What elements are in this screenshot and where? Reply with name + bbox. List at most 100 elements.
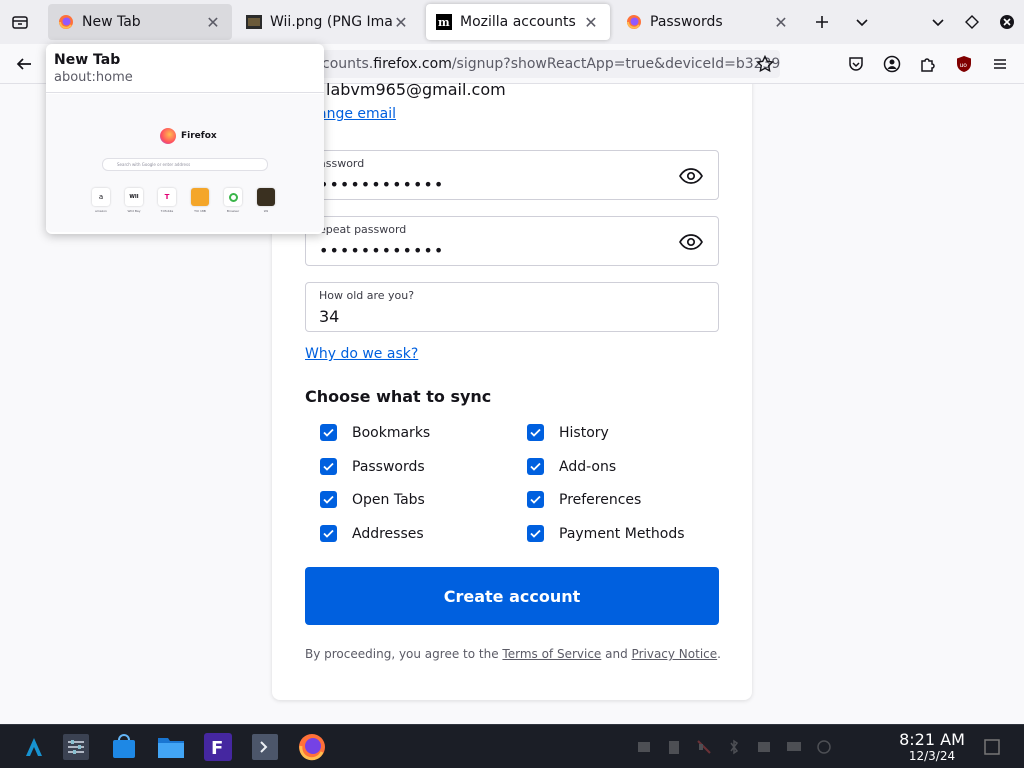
tile-label: T-Mobile xyxy=(160,209,174,213)
legal-suffix: . xyxy=(717,647,721,661)
show-desktop-icon[interactable] xyxy=(976,731,1008,763)
text-editor-icon[interactable]: F xyxy=(202,731,234,763)
checkbox-icon[interactable] xyxy=(320,424,337,441)
maximize-icon[interactable] xyxy=(958,8,986,36)
hamburger-menu-icon[interactable] xyxy=(986,50,1014,78)
tab-new-tab[interactable]: New Tab ✕ xyxy=(48,4,232,40)
clock[interactable]: 8:21 AM 12/3/24 xyxy=(890,731,974,764)
checkbox-icon[interactable] xyxy=(527,491,544,508)
sync-option-payment-methods[interactable]: Payment Methods xyxy=(527,525,685,542)
network-icon[interactable] xyxy=(814,737,834,757)
sync-option-passwords[interactable]: Passwords xyxy=(320,458,425,475)
file-manager-icon[interactable] xyxy=(155,731,187,763)
sync-option-open-tabs[interactable]: Open Tabs xyxy=(320,491,425,508)
close-icon[interactable]: ✕ xyxy=(392,13,410,32)
storage-icon[interactable] xyxy=(754,737,774,757)
sync-option-label: Addresses xyxy=(352,525,424,542)
close-icon[interactable]: ✕ xyxy=(772,13,790,32)
sync-option-history[interactable]: History xyxy=(527,424,609,441)
sync-option-bookmarks[interactable]: Bookmarks xyxy=(320,424,430,441)
firefox-icon xyxy=(58,14,74,30)
preview-url: about:home xyxy=(54,70,133,85)
tile-label: Browser xyxy=(226,209,240,213)
store-icon[interactable] xyxy=(108,731,140,763)
ublock-icon[interactable]: uo xyxy=(950,50,978,78)
tile-glyph: WII xyxy=(125,188,143,206)
tab-wii-png[interactable]: Wii.png (PNG Image, 128 ✕ xyxy=(236,4,420,40)
thumb-search: Search with Google or enter address xyxy=(102,158,268,171)
url-host: firefox.com xyxy=(373,56,452,72)
tab-passwords[interactable]: Passwords ✕ xyxy=(616,4,800,40)
terms-of-service-link[interactable]: Terms of Service xyxy=(502,647,601,661)
tile-label: Wii xyxy=(263,209,269,213)
eye-icon[interactable] xyxy=(678,229,704,255)
repeat-password-field[interactable]: epeat password •••••••••••• xyxy=(305,216,719,266)
taskbar: F 8:21 AM 12/3/24 xyxy=(0,724,1024,768)
sync-option-label: Payment Methods xyxy=(559,525,685,542)
checkbox-icon[interactable] xyxy=(527,424,544,441)
firefox-icon[interactable] xyxy=(296,731,328,763)
legal-prefix: By proceeding, you agree to the xyxy=(305,647,499,661)
settings-sliders-icon[interactable] xyxy=(60,731,92,763)
thumb-tile: T T-Mobile xyxy=(158,188,176,213)
back-icon[interactable] xyxy=(10,50,38,78)
star-icon[interactable] xyxy=(751,50,779,78)
tile-glyph: a xyxy=(92,188,110,206)
age-field[interactable]: How old are you? 34 xyxy=(305,282,719,332)
firefox-logo: Firefox xyxy=(160,128,217,144)
extensions-icon[interactable] xyxy=(914,50,942,78)
tile-glyph: T xyxy=(158,188,176,206)
close-icon[interactable]: ✕ xyxy=(582,13,600,32)
svg-text:m: m xyxy=(438,16,450,29)
divider xyxy=(46,92,324,93)
repeat-password-label: epeat password xyxy=(319,223,407,236)
privacy-notice-link[interactable]: Privacy Notice xyxy=(632,647,718,661)
checkbox-icon[interactable] xyxy=(527,525,544,542)
account-icon[interactable] xyxy=(878,50,906,78)
password-field[interactable]: assword •••••••••••• xyxy=(305,150,719,200)
chevron-down-icon[interactable] xyxy=(924,8,952,36)
thumb-tile: WII Wild Bay xyxy=(125,188,143,213)
chevron-down-icon[interactable] xyxy=(848,8,876,36)
tile-glyph xyxy=(257,188,275,206)
tray-icon[interactable] xyxy=(634,737,654,757)
url-path: /signup?showReactApp=true&deviceId=b3239 xyxy=(451,56,780,72)
volume-muted-icon[interactable] xyxy=(694,737,714,757)
url-bar[interactable]: counts. firefox.com/signup?showReactApp=t… xyxy=(300,50,780,78)
close-icon[interactable]: ✕ xyxy=(204,13,222,32)
tab-title: Wii.png (PNG Image, 128 xyxy=(270,14,392,30)
tile-glyph xyxy=(224,188,242,206)
create-account-button[interactable]: Create account xyxy=(305,567,719,625)
sync-option-label: Add-ons xyxy=(559,458,617,475)
tile-glyph xyxy=(191,188,209,206)
sync-option-addresses[interactable]: Addresses xyxy=(320,525,424,542)
checkbox-icon[interactable] xyxy=(527,458,544,475)
checkbox-icon[interactable] xyxy=(320,525,337,542)
change-email-link[interactable]: ange email xyxy=(318,106,396,122)
mozilla-m-icon: m xyxy=(436,14,452,30)
sync-option-label: History xyxy=(559,424,609,441)
checkbox-icon[interactable] xyxy=(320,458,337,475)
plus-icon[interactable] xyxy=(808,8,836,36)
terminal-icon[interactable] xyxy=(249,731,281,763)
sync-option-preferences[interactable]: Preferences xyxy=(527,491,641,508)
sync-option-label: Open Tabs xyxy=(352,491,425,508)
tile-label: Wild Bay xyxy=(127,209,141,213)
svg-text:uo: uo xyxy=(960,62,968,69)
sync-option-label: Bookmarks xyxy=(352,424,431,441)
why-do-we-ask-link[interactable]: Why do we ask? xyxy=(305,346,418,362)
app-launcher-icon[interactable] xyxy=(18,731,50,763)
tile-label: amazon xyxy=(95,209,107,213)
pocket-icon[interactable] xyxy=(842,50,870,78)
display-icon[interactable] xyxy=(784,737,804,757)
clipboard-icon[interactable] xyxy=(664,737,684,757)
email-display: labvm965@gmail.com xyxy=(326,80,506,99)
tab-overview-icon[interactable] xyxy=(0,0,40,44)
age-label: How old are you? xyxy=(319,289,415,302)
window-close-icon[interactable] xyxy=(993,8,1021,36)
sync-option-add-ons[interactable]: Add-ons xyxy=(527,458,616,475)
tab-mozilla-accounts[interactable]: m Mozilla accounts ✕ xyxy=(426,4,610,40)
bluetooth-icon[interactable] xyxy=(724,737,744,757)
eye-icon[interactable] xyxy=(678,163,704,189)
checkbox-icon[interactable] xyxy=(320,491,337,508)
